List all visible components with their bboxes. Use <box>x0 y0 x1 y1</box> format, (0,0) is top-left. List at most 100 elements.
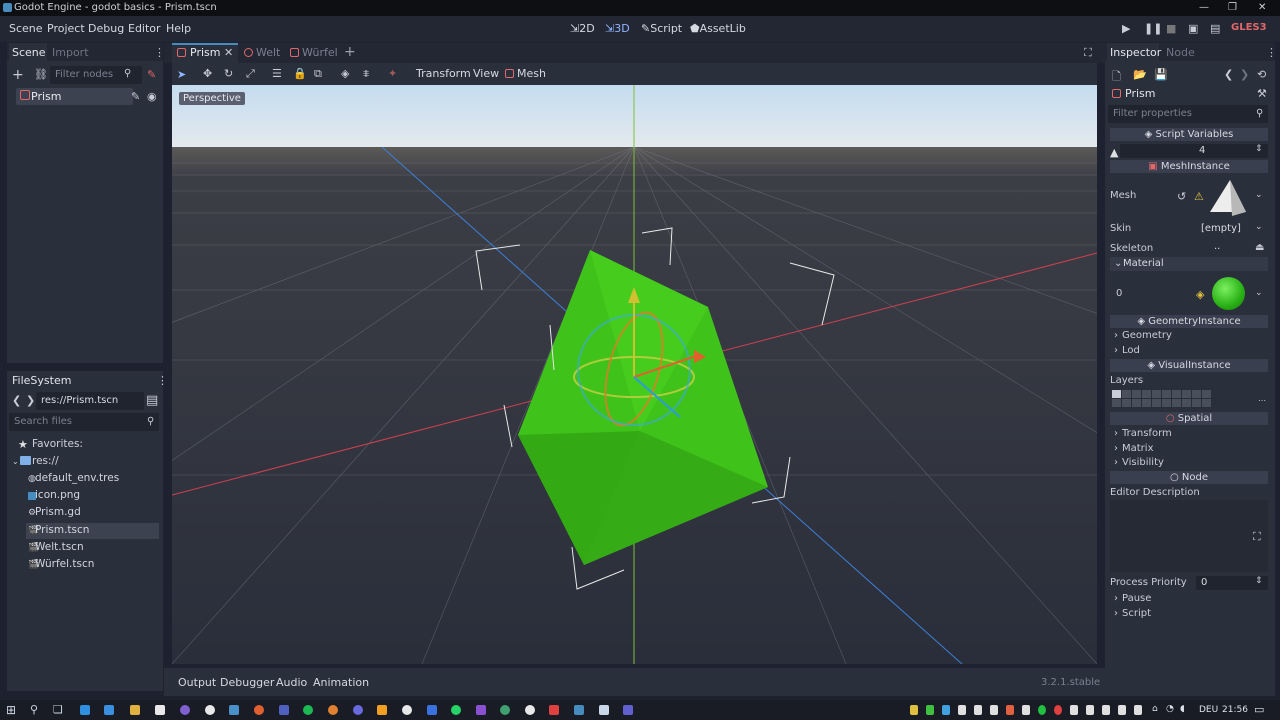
tray-icon[interactable] <box>958 705 966 715</box>
save-icon[interactable]: 💾 <box>1154 68 1168 81</box>
section-spatial[interactable]: ○ Spatial <box>1110 412 1268 425</box>
close-icon[interactable]: ✕ <box>1258 0 1266 16</box>
godot-taskbar-icon[interactable] <box>574 705 584 715</box>
mode-assetlib-button[interactable]: ⬟AssetLib <box>690 22 746 35</box>
edge-icon[interactable] <box>80 705 90 715</box>
layers-grid[interactable] <box>1112 390 1214 408</box>
search-files-input[interactable]: Search files <box>9 413 159 431</box>
windows-start-icon[interactable]: ⊞ <box>6 703 16 717</box>
pause-group[interactable]: Pause <box>1122 593 1151 604</box>
bottom-tab-output[interactable]: Output <box>178 676 216 689</box>
explorer-icon[interactable] <box>130 705 140 715</box>
script-var-spinbox[interactable] <box>1120 144 1268 158</box>
script-group[interactable]: Script <box>1122 608 1151 619</box>
expand-arrow-icon[interactable]: ⌄ <box>12 457 19 466</box>
menu-project[interactable]: Project <box>47 22 85 35</box>
tray-icon[interactable] <box>1102 705 1110 715</box>
tray-icon[interactable] <box>1006 705 1014 715</box>
back-icon[interactable]: ❮ <box>12 394 21 407</box>
geometry-group[interactable]: Geometry <box>1122 330 1172 341</box>
scene-tab-wurfel[interactable]: Würfel <box>302 46 338 59</box>
tray-icon[interactable] <box>1134 705 1142 715</box>
app-icon[interactable] <box>402 705 412 715</box>
tab-import[interactable]: Import <box>52 46 89 59</box>
language-indicator[interactable]: DEU <box>1199 705 1218 715</box>
skin-value[interactable]: [empty] <box>1201 223 1241 234</box>
chevron-down-icon[interactable]: ⌄ <box>1255 288 1263 298</box>
app-icon[interactable] <box>500 705 510 715</box>
fs-file-welt-tscn[interactable]: Welt.tscn <box>35 541 84 553</box>
object-properties-icon[interactable]: ⚒ <box>1257 87 1267 100</box>
history-back-icon[interactable]: ❮ <box>1224 68 1233 81</box>
camera-override-icon[interactable]: ✦ <box>388 67 397 80</box>
tab-inspector[interactable]: Inspector <box>1110 46 1161 59</box>
tray-icon[interactable] <box>910 705 918 715</box>
section-script-variables[interactable]: ◈ Script Variables <box>1110 128 1268 141</box>
script-var-value[interactable]: 4 <box>1199 145 1205 156</box>
section-node[interactable]: ○ Node <box>1110 471 1268 484</box>
new-tab-icon[interactable]: + <box>344 44 356 60</box>
process-priority-value[interactable]: 0 <box>1201 577 1207 588</box>
revert-icon[interactable]: ↺ <box>1177 190 1186 203</box>
section-geometryinstance[interactable]: ◈ GeometryInstance <box>1110 315 1268 328</box>
volume-icon[interactable]: ◖ <box>1180 704 1185 714</box>
menu-debug[interactable]: Debug <box>88 22 124 35</box>
maximize-icon[interactable]: ❐ <box>1228 0 1237 16</box>
distraction-free-icon[interactable]: ⛶ <box>1084 46 1092 60</box>
chevron-down-icon[interactable]: ⌄ <box>1255 190 1263 200</box>
section-visualinstance[interactable]: ◈ VisualInstance <box>1110 359 1268 372</box>
favorites-label[interactable]: Favorites: <box>32 438 83 450</box>
store-icon[interactable] <box>155 705 165 715</box>
renderer-label[interactable]: GLES3 <box>1231 22 1267 33</box>
history-forward-icon[interactable]: ❯ <box>1240 68 1249 81</box>
app-icon[interactable] <box>427 705 437 715</box>
scene-tab-prism[interactable]: Prism <box>190 46 220 59</box>
script-attached-icon[interactable]: ✎ <box>131 90 140 103</box>
expand-editor-icon[interactable]: ⛶ <box>1253 530 1261 544</box>
fs-root[interactable]: res:// <box>32 455 59 467</box>
tree-node-prism[interactable]: Prism <box>31 90 61 103</box>
whatsapp-icon[interactable] <box>451 705 461 715</box>
stop-icon[interactable]: ■ <box>1166 22 1176 35</box>
fs-file-icon-png[interactable]: icon.png <box>35 489 80 501</box>
attach-script-icon[interactable]: ✎ <box>147 68 156 81</box>
perspective-button[interactable]: Perspective <box>179 92 245 105</box>
fs-file-wurfel-tscn[interactable]: Würfel.tscn <box>35 558 94 570</box>
lock-icon[interactable]: 🔒 <box>293 67 307 80</box>
app-icon[interactable] <box>328 705 338 715</box>
fs-file-prism-gd[interactable]: Prism.gd <box>35 506 81 518</box>
clock[interactable]: 21:56 <box>1222 705 1248 715</box>
layers-menu-icon[interactable]: ⋯ <box>1258 396 1266 405</box>
add-node-icon[interactable]: + <box>12 67 24 83</box>
network-icon[interactable]: ⌂ <box>1152 704 1158 714</box>
menu-scene[interactable]: Scene <box>9 22 43 35</box>
open-folder-icon[interactable]: 📂 <box>1133 68 1147 81</box>
app-icon[interactable] <box>353 705 363 715</box>
view-menu[interactable]: View <box>473 67 499 80</box>
app-icon[interactable] <box>180 705 190 715</box>
instance-link-icon[interactable]: ⛓ <box>34 68 48 81</box>
visual-studio-icon[interactable] <box>476 705 486 715</box>
tray-icon[interactable] <box>926 705 934 715</box>
tray-icon[interactable] <box>1118 705 1126 715</box>
menu-help[interactable]: Help <box>166 22 191 35</box>
forward-icon[interactable]: ❯ <box>26 394 35 407</box>
fs-menu-icon[interactable]: ⋮ <box>157 374 168 387</box>
tray-icon[interactable] <box>1038 705 1046 715</box>
tray-icon[interactable] <box>1054 705 1062 715</box>
move-tool-icon[interactable]: ✥ <box>203 67 212 80</box>
play-icon[interactable]: ▶ <box>1122 22 1130 35</box>
mesh-menu[interactable]: Mesh <box>517 67 546 80</box>
list-select-icon[interactable]: ☰ <box>272 67 282 80</box>
tab-node[interactable]: Node <box>1166 46 1195 59</box>
viewport-3d[interactable]: Perspective <box>172 85 1097 664</box>
tray-icon[interactable] <box>1086 705 1094 715</box>
history-icon[interactable]: ⟲ <box>1257 68 1266 81</box>
wifi-icon[interactable]: ◔ <box>1166 704 1174 714</box>
chrome-icon[interactable] <box>205 705 215 715</box>
spin-arrows-icon[interactable]: ⇕ <box>1255 576 1263 586</box>
rotate-tool-icon[interactable]: ↻ <box>224 67 233 80</box>
search-icon[interactable]: ⚲ <box>30 703 38 716</box>
matrix-group[interactable]: Matrix <box>1122 443 1153 454</box>
select-tool-icon[interactable]: ➤ <box>177 68 186 81</box>
